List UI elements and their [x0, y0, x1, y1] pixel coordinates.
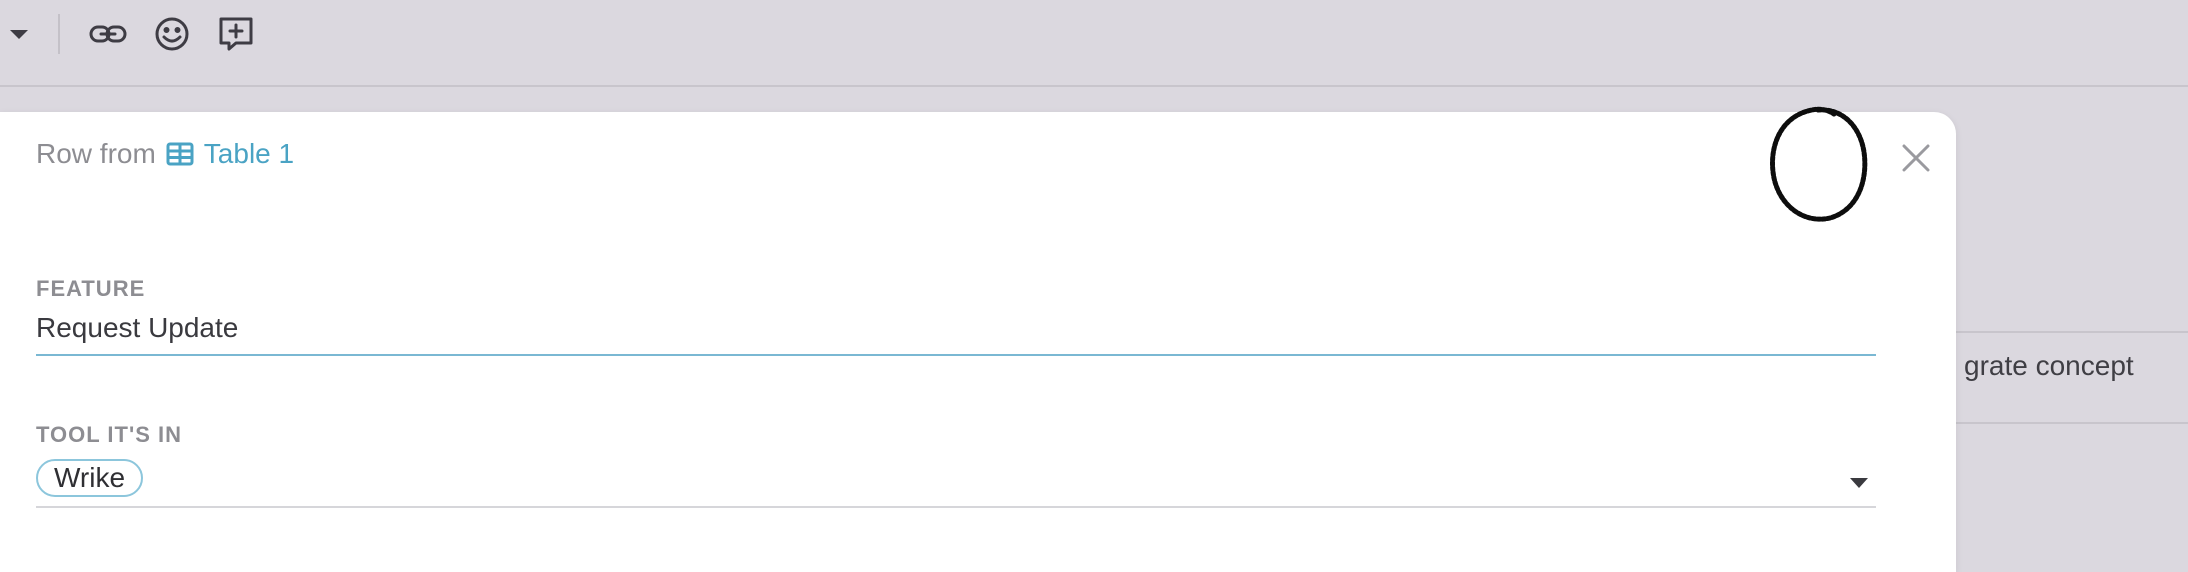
breadcrumb: Row from Table 1 [36, 138, 294, 170]
table-link[interactable]: Table 1 [166, 138, 294, 170]
background-row-divider [1940, 331, 2188, 333]
background-cell-text: grate concept [1964, 350, 2134, 381]
background-row-divider [1940, 422, 2188, 424]
tool-tag[interactable]: Wrike [36, 459, 144, 497]
feature-field-input[interactable]: Request Update [36, 312, 238, 344]
table-name: Table 1 [203, 138, 295, 169]
toolbar [0, 0, 2188, 87]
circle-annotation [1762, 102, 1872, 226]
emoji-icon[interactable] [152, 14, 192, 54]
add-comment-icon[interactable] [216, 14, 256, 54]
caret-down-icon[interactable] [10, 30, 28, 39]
toolbar-divider [58, 14, 60, 54]
close-button[interactable] [1896, 138, 1936, 178]
tool-field-label: TOOL IT'S IN [36, 422, 182, 447]
link-icon[interactable] [88, 14, 128, 54]
feature-field-underline [36, 354, 1876, 356]
tool-field-underline [36, 506, 1876, 508]
dropdown-caret-icon[interactable] [1850, 478, 1868, 488]
breadcrumb-prefix: Row from [36, 138, 156, 169]
table-icon [166, 142, 194, 166]
feature-field-label: FEATURE [36, 276, 146, 301]
close-icon [1902, 144, 1930, 172]
row-detail-panel: Row from Table 1 FEATURE Request Update … [0, 106, 1956, 572]
